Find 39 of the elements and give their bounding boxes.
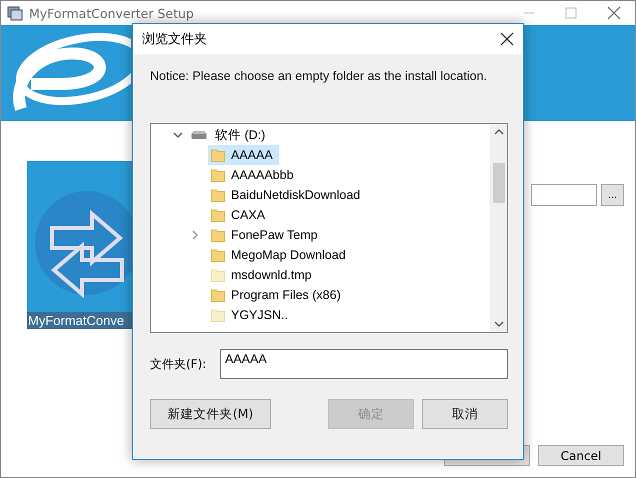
cancel-button[interactable]: Cancel: [538, 445, 624, 466]
tree-item[interactable]: BaiduNetdiskDownload: [208, 185, 366, 205]
drive-icon: [191, 130, 207, 140]
tree-item[interactable]: Program Files (x86): [208, 285, 347, 305]
window-title: MyFormatConverter Setup: [29, 6, 194, 20]
scroll-up-icon[interactable]: [494, 128, 504, 136]
tree-item[interactable]: MegoMap Download: [208, 245, 352, 265]
folder-icon: [211, 208, 225, 222]
folder-icon: [211, 228, 225, 242]
dialog-button[interactable]: 取消: [422, 399, 508, 429]
folder-icon: [211, 248, 225, 262]
chevron-right-icon[interactable]: [190, 230, 200, 240]
chevron-down-icon[interactable]: [173, 130, 183, 140]
maximize-icon[interactable]: [565, 7, 577, 19]
tree-item[interactable]: 软件 (D:): [215, 126, 266, 144]
folder-icon: [211, 288, 225, 302]
folder-input[interactable]: AAAAA: [220, 349, 508, 379]
tree-item[interactable]: AAAAA: [208, 145, 279, 165]
scroll-thumb[interactable]: [492, 163, 504, 203]
tree-item[interactable]: YGYJSN..: [208, 305, 294, 325]
notice-text: Notice: Please choose an empty folder as the install location.: [150, 69, 488, 83]
dialog-title: 浏览文件夹: [142, 31, 207, 48]
folder-icon: [211, 168, 225, 182]
folder-icon: [211, 188, 225, 202]
browse-button[interactable]: ...: [601, 184, 624, 206]
tree-item[interactable]: CAXA: [208, 205, 272, 225]
scrollbar[interactable]: [490, 124, 507, 332]
app-icon: [7, 5, 23, 21]
path-field[interactable]: [531, 184, 597, 206]
tree-item[interactable]: AAAAAbbb: [208, 165, 300, 185]
dialog-button[interactable]: 新建文件夹(M): [150, 399, 271, 429]
tree-item[interactable]: msdownld.tmp: [208, 265, 318, 285]
tree-item[interactable]: FonePaw Temp: [208, 225, 324, 245]
folder-icon: [211, 268, 225, 282]
close-icon[interactable]: [500, 32, 514, 46]
folder-label: 文件夹(F):: [150, 356, 208, 372]
scroll-down-icon[interactable]: [494, 320, 504, 328]
folder-icon: [211, 148, 225, 162]
folder-icon: [211, 308, 225, 322]
